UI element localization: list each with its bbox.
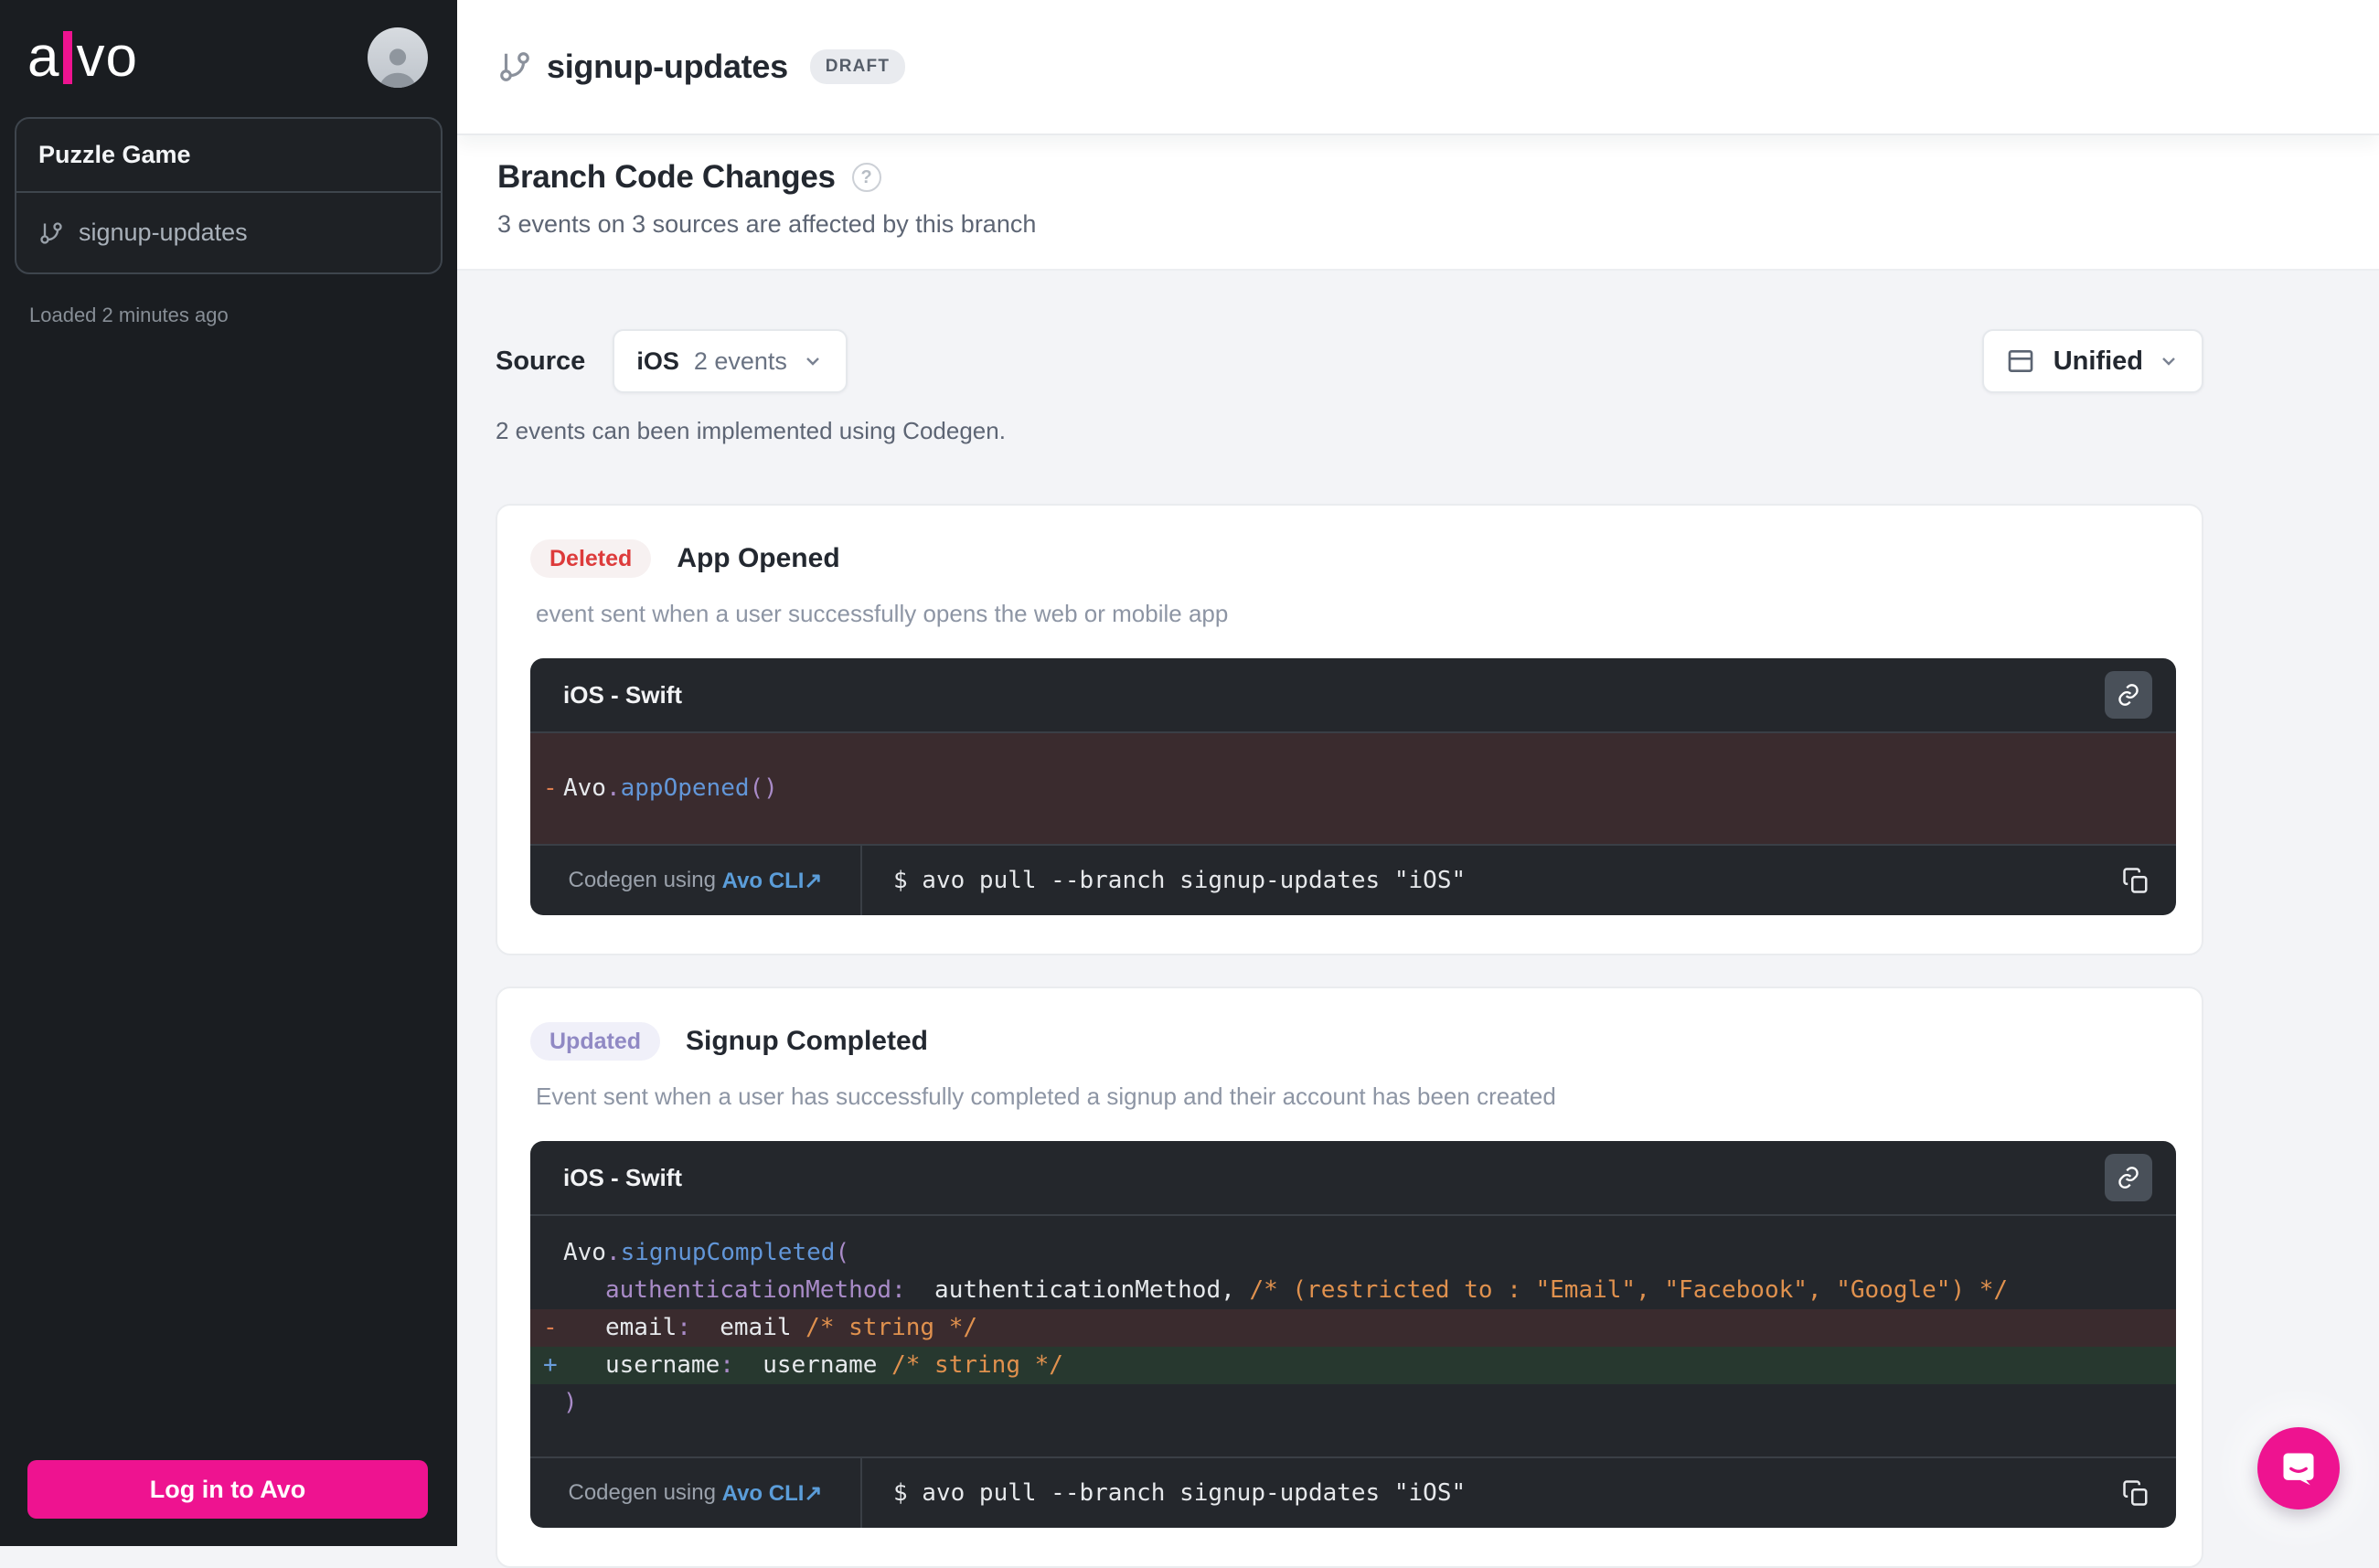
git-branch-icon xyxy=(38,220,64,246)
controls-row: Source iOS 2 events Unified xyxy=(496,329,2203,393)
cli-command: $ avo pull --branch signup-updates "iOS" xyxy=(893,1479,2116,1507)
sidebar-branch-item[interactable]: signup-updates xyxy=(16,191,441,272)
external-link-icon: ↗ xyxy=(804,1481,822,1506)
diff-plus-marker: + xyxy=(543,1347,558,1384)
codegen-note: 2 events can been implemented using Code… xyxy=(496,417,2203,445)
copy-button[interactable] xyxy=(2116,1473,2156,1513)
code-line: ) xyxy=(530,1384,2176,1422)
avo-logo: a vo xyxy=(27,30,138,85)
branch-header: signup-updates DRAFT xyxy=(457,0,2379,135)
avo-cli-link[interactable]: Avo CLI↗ xyxy=(722,1480,823,1507)
chat-button[interactable] xyxy=(2257,1427,2340,1509)
link-button[interactable] xyxy=(2105,671,2152,719)
diff-minus-marker: - xyxy=(543,770,558,807)
external-link-icon: ↗ xyxy=(804,869,822,893)
event-title: App Opened xyxy=(677,543,839,574)
code-block: iOS - Swift Avo.signupCompleted( authent… xyxy=(530,1141,2176,1528)
cli-command: $ avo pull --branch signup-updates "iOS" xyxy=(893,867,2116,894)
sidebar-branch-label: signup-updates xyxy=(79,219,248,247)
page-subtitle: 3 events on 3 sources are affected by th… xyxy=(497,210,2339,239)
event-title: Signup Completed xyxy=(686,1026,928,1057)
help-icon[interactable]: ? xyxy=(852,163,881,192)
loaded-status: Loaded 2 minutes ago xyxy=(29,304,457,327)
code-block: iOS - Swift -Avo.appOpened() Codegen usi… xyxy=(530,658,2176,915)
event-description: event sent when a user successfully open… xyxy=(530,600,2176,628)
login-button[interactable]: Log in to Avo xyxy=(27,1460,428,1519)
code-line: Avo.signupCompleted( xyxy=(530,1234,2176,1272)
git-branch-icon xyxy=(497,49,532,84)
main-area: signup-updates DRAFT Branch Code Changes… xyxy=(457,0,2379,1546)
deleted-code-hunk: -Avo.appOpened() xyxy=(530,733,2176,844)
deleted-code-line: -email: email /* string */ xyxy=(530,1309,2176,1347)
link-button[interactable] xyxy=(2105,1154,2152,1201)
codegen-cell: Codegen using Avo CLI↗ xyxy=(530,846,862,915)
page-title: Branch Code Changes xyxy=(497,159,836,196)
copy-icon xyxy=(2122,867,2150,894)
code-line: -Avo.appOpened() xyxy=(530,770,2176,807)
codegen-cell: Codegen using Avo CLI↗ xyxy=(530,1458,862,1528)
chat-bubble-icon xyxy=(2278,1448,2319,1488)
workspace-name[interactable]: Puzzle Game xyxy=(16,119,441,191)
logo-letters-vo: vo xyxy=(76,30,137,85)
intro-section: Branch Code Changes ? 3 events on 3 sour… xyxy=(457,135,2379,271)
person-icon xyxy=(374,40,421,88)
content: Source iOS 2 events Unified 2 events can… xyxy=(457,271,2379,1568)
status-badge-updated: Updated xyxy=(530,1022,660,1061)
event-card-app-opened: Deleted App Opened event sent when a use… xyxy=(496,504,2203,955)
view-mode-dropdown[interactable]: Unified xyxy=(1982,329,2203,393)
source-dropdown[interactable]: iOS 2 events xyxy=(613,329,848,393)
diff-minus-marker: - xyxy=(543,1309,558,1347)
workspace-box: Puzzle Game signup-updates xyxy=(15,117,443,274)
rows-icon xyxy=(2006,347,2035,376)
source-dropdown-count: 2 events xyxy=(694,347,787,376)
link-icon xyxy=(2116,1165,2141,1190)
view-mode-value: Unified xyxy=(2054,347,2143,377)
event-description: Event sent when a user has successfully … xyxy=(530,1083,2176,1111)
logo-pink-bar xyxy=(63,31,72,84)
chevron-down-icon xyxy=(2158,350,2180,372)
source-label: Source xyxy=(496,347,585,377)
branch-title: signup-updates xyxy=(547,48,788,86)
added-code-line: +username: username /* string */ xyxy=(530,1347,2176,1384)
event-card-signup-completed: Updated Signup Completed Event sent when… xyxy=(496,987,2203,1568)
logo-letter-a: a xyxy=(27,30,59,85)
chat-widget-glow xyxy=(2216,1386,2379,1551)
copy-button[interactable] xyxy=(2116,860,2156,901)
code-language-label: iOS - Swift xyxy=(563,1164,682,1192)
chevron-down-icon xyxy=(802,350,824,372)
code-language-label: iOS - Swift xyxy=(563,681,682,709)
status-badge-deleted: Deleted xyxy=(530,539,651,578)
code-line: authenticationMethod: authenticationMeth… xyxy=(530,1272,2176,1309)
user-avatar[interactable] xyxy=(368,27,428,88)
avo-cli-link[interactable]: Avo CLI↗ xyxy=(722,868,823,894)
source-dropdown-value: iOS xyxy=(636,347,679,376)
draft-badge: DRAFT xyxy=(810,49,905,84)
copy-icon xyxy=(2122,1479,2150,1507)
sidebar: a vo Puzzle Game signup-updates Loaded 2… xyxy=(0,0,457,1546)
link-icon xyxy=(2116,682,2141,708)
